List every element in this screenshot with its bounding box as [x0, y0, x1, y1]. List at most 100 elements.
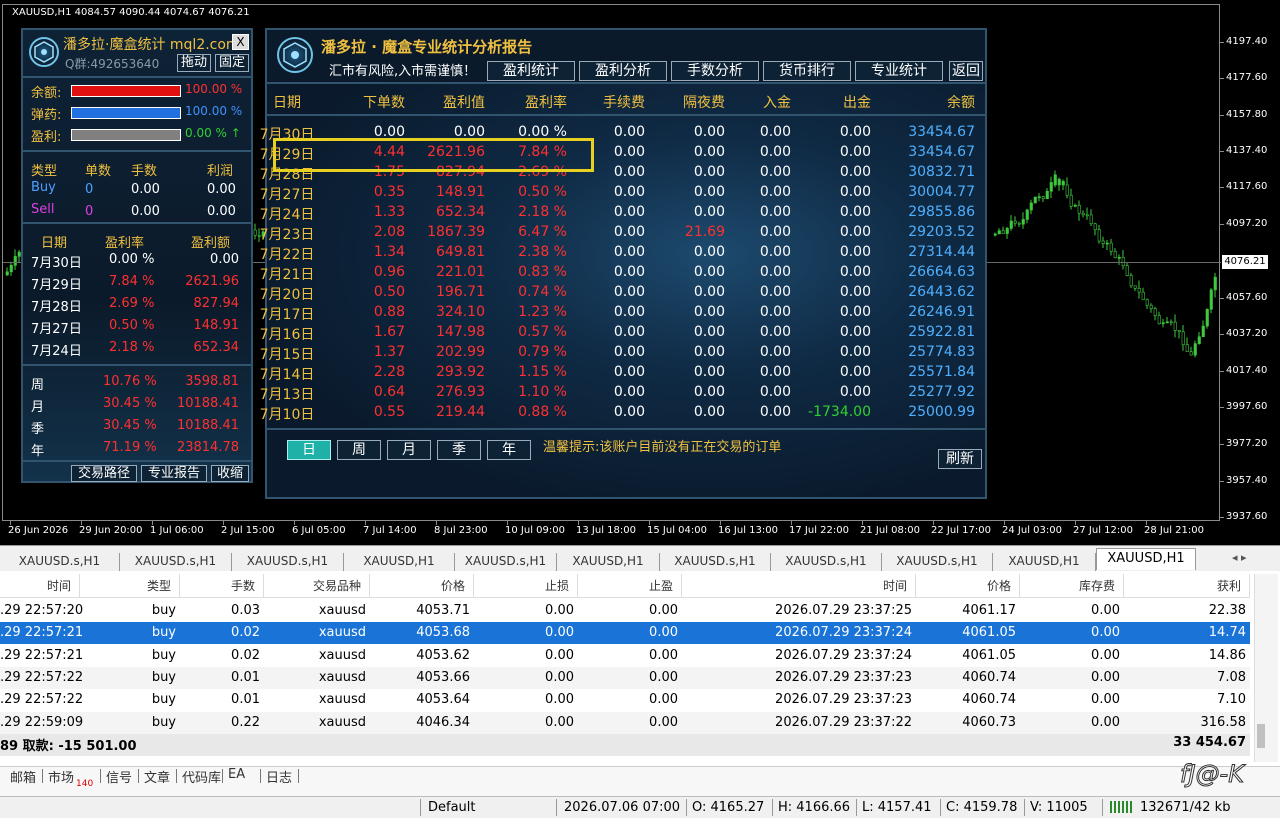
y-tick [1220, 42, 1224, 43]
table-row[interactable]: .29 22:59:09 buy 0.22 xauusd 4046.34 0.00 0.00… [0, 711, 1250, 734]
trade-path-button[interactable]: 交易路径 [71, 465, 137, 482]
pro-report-button[interactable]: 专业报告 [141, 465, 207, 482]
candle [1209, 287, 1213, 314]
collapse-button[interactable]: 收缩 [211, 465, 249, 482]
table-column-header[interactable]: 类型 [80, 574, 180, 598]
report-column-header: 盈利率 [525, 95, 567, 111]
period-button[interactable]: 月 [387, 440, 431, 460]
bar-label: 弹药: [31, 108, 62, 123]
chart-tab[interactable]: XAUUSD.s,H1 [232, 553, 344, 571]
period-button[interactable]: 季 [437, 440, 481, 460]
status-separator [856, 799, 857, 816]
chart-tab[interactable]: XAUUSD,H1 [1096, 548, 1196, 570]
table-row[interactable]: .29 22:57:22 buy 0.01 xauusd 4053.64 0.00 0.00… [0, 689, 1250, 712]
report-cell: 21.69 [684, 224, 725, 240]
table-cell: 0.00 [545, 714, 574, 730]
table-column-header[interactable]: 库存费 [1020, 574, 1124, 598]
chart-tab[interactable]: XAUUSD.s,H1 [771, 553, 882, 571]
toolbox-tab[interactable]: 信号 [106, 767, 132, 786]
report-cell: -1734.00 [808, 404, 871, 420]
report-tab[interactable]: 专业统计 [855, 61, 943, 81]
report-tab[interactable]: 盈利分析 [579, 61, 667, 81]
table-column-header[interactable]: 止损 [474, 574, 578, 598]
drag-button[interactable]: 拖动 [177, 54, 211, 72]
toolbox-tab[interactable]: 代码库 [182, 767, 221, 786]
bar-fill [72, 86, 180, 96]
table-row[interactable]: .29 22:57:22 buy 0.01 xauusd 4053.66 0.00 0.00… [0, 666, 1250, 689]
report-cell: 0.00 [839, 324, 871, 340]
scroll-thumb[interactable] [1257, 724, 1265, 748]
tab-scroll-arrows[interactable]: ◂ ▸ [1232, 551, 1247, 564]
report-subtitle: 汇市有风险,入市需谨慎！ [329, 64, 477, 79]
chart-tab[interactable]: XAUUSD,H1 [557, 553, 660, 571]
report-tab[interactable]: 手数分析 [671, 61, 759, 81]
chart-tab[interactable]: XAUUSD.s,H1 [882, 553, 993, 571]
report-cell: 0.74 % [518, 284, 567, 300]
table-cell: 7.08 [1217, 669, 1246, 685]
candle [1061, 179, 1065, 191]
refresh-button[interactable]: 刷新 [938, 449, 982, 469]
chart-header: XAUUSD,H1 4084.57 4090.44 4074.67 4076.2… [12, 7, 250, 18]
report-cell: 0.00 [613, 284, 645, 300]
y-tick-label: 4197.40 [1226, 36, 1268, 47]
y-tick [1220, 151, 1224, 152]
period-button[interactable]: 年 [487, 440, 531, 460]
table-column-header[interactable]: 止盈 [578, 574, 682, 598]
table-row[interactable]: .29 22:57:21 buy 0.02 xauusd 4053.68 0.00 0.00… [0, 622, 1250, 645]
report-tab[interactable]: 货币排行 [763, 61, 851, 81]
toolbox-tab-label: 邮箱 [10, 771, 37, 786]
y-tick [1220, 444, 1224, 445]
report-cell: 0.00 [839, 344, 871, 360]
divider [23, 364, 251, 366]
bar-fill [72, 130, 180, 140]
table-column-header[interactable]: 时间 [682, 574, 916, 598]
table-row[interactable]: .29 22:57:21 buy 0.02 xauusd 4053.62 0.00 0.00… [0, 644, 1250, 667]
report-column-header: 盈利值 [443, 95, 485, 111]
back-button[interactable]: 返回 [949, 61, 983, 81]
pin-button[interactable]: 固定 [215, 54, 249, 72]
y-tick-label: 4157.80 [1226, 109, 1268, 120]
chart-tab[interactable]: XAUUSD.s,H1 [455, 553, 557, 571]
table-column-header[interactable]: 手数 [180, 574, 264, 598]
period-button[interactable]: 日 [287, 440, 331, 460]
candle [1097, 224, 1101, 244]
table-row[interactable]: .29 22:57:20 buy 0.03 xauusd 4053.71 0.00 0.00… [0, 600, 1250, 622]
report-cell: 0.00 [693, 364, 725, 380]
y-tick [1220, 187, 1224, 188]
table-cell: 7.10 [1217, 692, 1246, 708]
table-cell: 4061.05 [962, 625, 1016, 641]
chart-tab[interactable]: XAUUSD.s,H1 [120, 553, 232, 571]
toolbox-tab[interactable]: 邮箱 [10, 767, 36, 786]
toolbox-tab[interactable]: EA [228, 767, 245, 782]
report-cell: 0.96 [373, 264, 405, 280]
daily-amount: 652.34 [193, 340, 240, 355]
daily-date: 7月30日 [31, 256, 82, 271]
chart-tab[interactable]: XAUUSD.s,H1 [0, 553, 120, 571]
report-cell: 0.00 [839, 364, 871, 380]
daily-header: 盈利额 [191, 236, 231, 251]
toolbox-tab[interactable]: 文章 [144, 767, 170, 786]
chart-tab[interactable]: XAUUSD,H1 [344, 553, 455, 571]
table-column-header[interactable]: 时间 [0, 574, 80, 598]
report-tab[interactable]: 盈利统计 [487, 61, 575, 81]
table-column-header[interactable]: 价格 [916, 574, 1020, 598]
toolbox-tab[interactable]: 日志 [266, 767, 292, 786]
daily-rate: 2.69 % [109, 296, 155, 311]
report-cell: 0.00 [839, 224, 871, 240]
table-cell: buy [151, 625, 176, 641]
toolbox-tab[interactable]: 市场 140 [48, 767, 93, 789]
report-cell: 0.88 [373, 304, 405, 320]
report-cell: 27314.44 [908, 244, 975, 260]
table-cell: 0.22 [231, 714, 260, 730]
candle [1045, 188, 1049, 200]
panel-close-button[interactable]: X [232, 34, 249, 50]
table-column-header[interactable]: 价格 [370, 574, 474, 598]
divider [267, 114, 985, 116]
chart-tab[interactable]: XAUUSD.s,H1 [660, 553, 771, 571]
x-tick-label: 22 Jul 17:00 [931, 525, 991, 536]
bar-track [71, 85, 181, 97]
table-cell: buy [151, 647, 176, 663]
table-column-header[interactable]: 获利 [1124, 574, 1250, 598]
period-button[interactable]: 周 [337, 440, 381, 460]
chart-tab[interactable]: XAUUSD,H1 [993, 553, 1096, 571]
